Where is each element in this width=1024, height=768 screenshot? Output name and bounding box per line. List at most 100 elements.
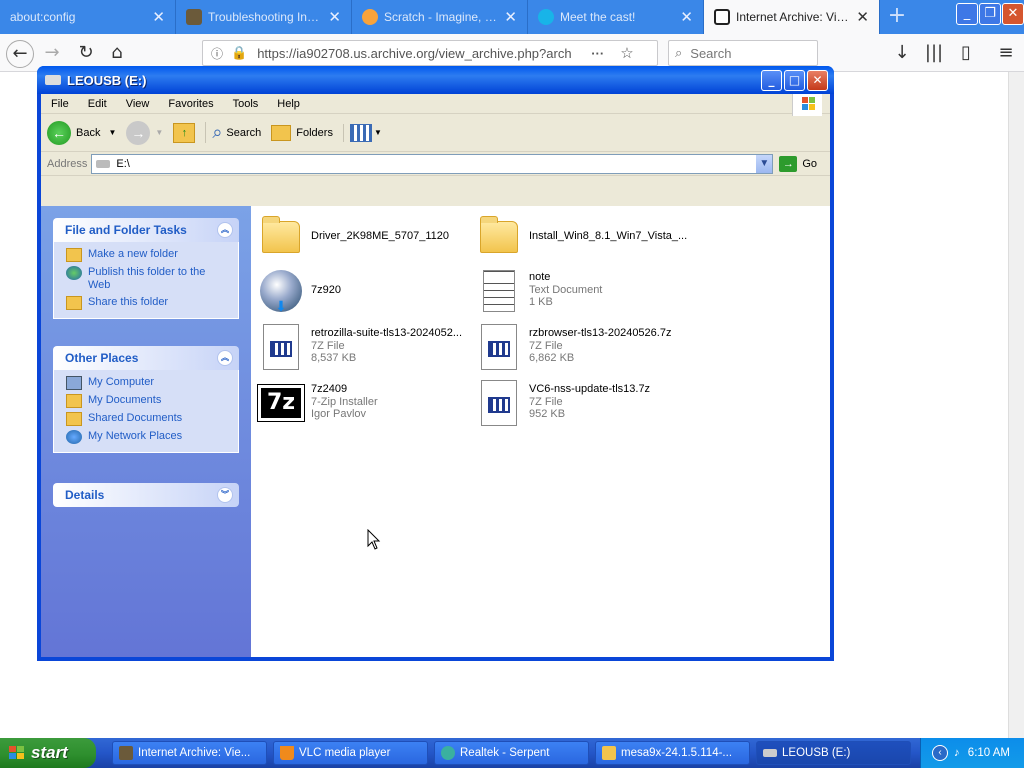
task-share-folder[interactable]: Share this folder: [66, 296, 238, 310]
close-tab-icon[interactable]: ✕: [504, 8, 517, 26]
taskbar-item-mesa9x[interactable]: mesa9x-24.1.5.114-...: [595, 741, 750, 765]
taskbar-item-leousb[interactable]: LEOUSB (E:): [756, 741, 911, 765]
file-item[interactable]: rzbrowser-tls13-20240526.7z 7Z File 6,86…: [475, 323, 671, 371]
back-button[interactable]: ← Back ▼: [47, 120, 116, 145]
menu-view[interactable]: View: [116, 98, 159, 110]
up-folder-icon: ↑: [173, 122, 196, 143]
folder-icon: [262, 216, 300, 253]
place-my-documents[interactable]: My Documents: [66, 394, 238, 408]
search-button[interactable]: ⌕ Search: [205, 122, 261, 143]
file-item[interactable]: ⬇ 7z920: [257, 267, 341, 315]
search-bar[interactable]: ⌕ Search: [668, 40, 818, 66]
minimize-button[interactable]: _: [761, 70, 782, 91]
taskbar-item-realtek[interactable]: Realtek - Serpent: [434, 741, 589, 765]
folders-button[interactable]: Folders: [271, 124, 333, 141]
start-button[interactable]: start: [0, 738, 96, 768]
go-label: Go: [802, 157, 818, 170]
chevron-down-icon[interactable]: ▼: [108, 128, 116, 137]
close-tab-icon[interactable]: ✕: [328, 8, 341, 26]
menu-file[interactable]: File: [41, 98, 78, 110]
collapse-icon[interactable]: ︽: [217, 222, 233, 238]
other-places-panel: Other Places ︽ My Computer My Documents …: [53, 346, 239, 453]
forward-arrow-icon: →: [126, 120, 151, 145]
close-browser-button[interactable]: ✕: [1002, 3, 1024, 25]
computer-icon: [66, 376, 82, 390]
explorer-window: LEOUSB (E:) _ □ ✕ File Edit View Favorit…: [37, 66, 834, 661]
clock[interactable]: 6:10 AM: [968, 747, 1010, 759]
file-item[interactable]: retrozilla-suite-tls13-2024052... 7Z Fil…: [257, 323, 462, 371]
views-button[interactable]: ▼: [342, 123, 382, 142]
maximize-button[interactable]: □: [784, 70, 805, 91]
task-publish-web[interactable]: Publish this folder to the Web: [66, 266, 238, 292]
url-bar[interactable]: ⓘ 🔒 https://ia902708.us.archive.org/view…: [202, 40, 658, 66]
address-field[interactable]: E:\ ▼: [91, 153, 774, 174]
forward-button[interactable]: → ▼: [126, 120, 163, 145]
close-tab-icon[interactable]: ✕: [152, 8, 165, 26]
menu-favorites[interactable]: Favorites: [158, 98, 222, 110]
7z-file-icon: [481, 324, 517, 370]
file-type: 7Z File: [529, 395, 563, 408]
network-icon: [66, 430, 82, 444]
favicon-icon: [538, 9, 554, 25]
folder-icon: [602, 746, 616, 760]
panel-header[interactable]: Other Places ︽: [53, 346, 239, 370]
close-tab-icon[interactable]: ✕: [856, 8, 869, 26]
chevron-down-icon[interactable]: ▼: [155, 128, 163, 137]
chevron-down-icon[interactable]: ▼: [756, 154, 773, 173]
home-icon[interactable]: ⌂: [103, 40, 131, 68]
restore-browser-button[interactable]: ❐: [979, 3, 1001, 25]
file-item[interactable]: VC6-nss-update-tls13.7z 7Z File 952 KB: [475, 379, 650, 427]
reload-icon[interactable]: ↻: [72, 40, 100, 68]
forward-icon[interactable]: →: [38, 40, 66, 68]
place-my-network-places[interactable]: My Network Places: [66, 430, 238, 444]
tab-internet-archive[interactable]: Internet Archive: View A ✕: [704, 0, 880, 34]
new-tab-button[interactable]: +: [880, 0, 914, 34]
task-make-new-folder[interactable]: Make a new folder: [66, 248, 238, 262]
tab-meet-the-cast[interactable]: Meet the cast! ✕: [528, 0, 704, 34]
file-item[interactable]: 7z 7z2409 7-Zip Installer Igor Pavlov: [257, 379, 378, 427]
menu-edit[interactable]: Edit: [78, 98, 116, 110]
close-tab-icon[interactable]: ✕: [680, 8, 693, 26]
file-item[interactable]: note Text Document 1 KB: [475, 267, 602, 315]
up-folder-button[interactable]: ↑: [173, 122, 196, 143]
taskbar-item-internet-archive[interactable]: Internet Archive: Vie...: [112, 741, 267, 765]
file-type: Text Document: [529, 283, 603, 296]
file-size: 8,537 KB: [311, 352, 357, 364]
place-my-computer[interactable]: My Computer: [66, 376, 238, 390]
chevron-down-icon[interactable]: ▼: [374, 128, 382, 137]
file-type: 7Z File: [529, 339, 563, 352]
close-button[interactable]: ✕: [807, 70, 828, 91]
info-icon[interactable]: ⓘ: [211, 45, 223, 62]
taskbar-item-vlc[interactable]: VLC media player: [273, 741, 428, 765]
panel-header[interactable]: Details ︾: [53, 483, 239, 507]
bookmark-star-icon[interactable]: ☆: [620, 44, 633, 62]
drive-icon: [45, 75, 61, 85]
page-scrollbar[interactable]: [1008, 72, 1024, 738]
downloads-icon[interactable]: ↓: [888, 40, 916, 68]
collapse-icon[interactable]: ︽: [217, 350, 233, 366]
window-titlebar[interactable]: LEOUSB (E:): [37, 66, 834, 94]
file-name: rzbrowser-tls13-20240526.7z: [529, 327, 672, 339]
menu-icon[interactable]: ≡: [992, 40, 1020, 68]
volume-icon[interactable]: ♪: [954, 747, 960, 759]
favicon-icon: [186, 9, 202, 25]
page-actions-icon[interactable]: ···: [591, 46, 604, 61]
minimize-browser-button[interactable]: _: [956, 3, 978, 25]
place-shared-documents[interactable]: Shared Documents: [66, 412, 238, 426]
menu-help[interactable]: Help: [267, 98, 309, 110]
go-button[interactable]: → Go: [779, 155, 818, 172]
menu-tools[interactable]: Tools: [223, 98, 268, 110]
shared-folder-icon: [66, 412, 82, 426]
back-icon[interactable]: ←: [6, 40, 34, 68]
panel-body: Make a new folder Publish this folder to…: [53, 242, 239, 319]
sidebar-icon[interactable]: ▯: [952, 40, 980, 68]
file-item[interactable]: Driver_2K98ME_5707_1120: [257, 213, 449, 261]
tab-troubleshooting[interactable]: Troubleshooting Infone... ✕: [176, 0, 352, 34]
library-icon[interactable]: |||: [920, 40, 948, 68]
tray-expand-icon[interactable]: ‹: [932, 745, 949, 761]
tab-scratch[interactable]: Scratch - Imagine, Prog... ✕: [352, 0, 528, 34]
panel-header[interactable]: File and Folder Tasks ︽: [53, 218, 239, 242]
tab-about-config[interactable]: about:config ✕: [0, 0, 176, 34]
file-item[interactable]: Install_Win8_8.1_Win7_Vista_...: [475, 213, 687, 261]
expand-icon[interactable]: ︾: [217, 487, 233, 503]
